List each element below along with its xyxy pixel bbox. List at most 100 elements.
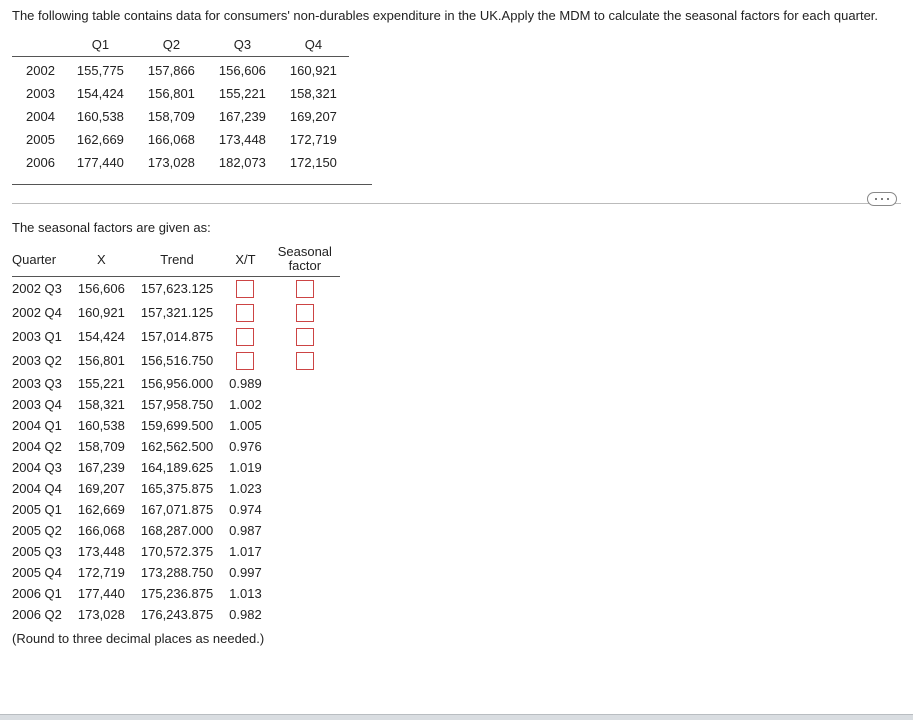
table-row: 2005162,669166,068173,448172,719 [12,128,349,151]
seasonal-factor-input[interactable] [296,304,314,322]
question-prompt: The following table contains data for co… [12,8,901,23]
x-cell: 156,801 [70,349,133,373]
table-row: 2004 Q4169,207165,375.8751.023 [12,478,340,499]
table-row: 2002 Q4160,921157,321.125 [12,301,340,325]
col-q3: Q3 [207,33,278,57]
table-row: 2002 Q3156,606157,623.125 [12,276,340,301]
table-row: 2005 Q2166,068168,287.0000.987 [12,520,340,541]
year-cell: 2002 [12,57,65,83]
quarter-cell: 2005 Q4 [12,562,70,583]
x-cell: 160,921 [70,301,133,325]
q4-cell: 158,321 [278,82,349,105]
quarter-cell: 2005 Q3 [12,541,70,562]
ellipsis-icon [875,198,877,200]
sf-cell [270,457,340,478]
year-cell: 2004 [12,105,65,128]
col-q4: Q4 [278,33,349,57]
col-quarter: Quarter [12,243,70,276]
xt-cell: 1.019 [221,457,270,478]
trend-cell: 157,958.750 [133,394,221,415]
xt-input[interactable] [236,280,254,298]
xt-cell: 0.976 [221,436,270,457]
quarter-cell: 2003 Q2 [12,349,70,373]
table-row: 2006 Q1177,440175,236.8751.013 [12,583,340,604]
table-row: 2004 Q2158,709162,562.5000.976 [12,436,340,457]
quarter-cell: 2004 Q4 [12,478,70,499]
table-row: 2003 Q4158,321157,958.7501.002 [12,394,340,415]
q1-cell: 177,440 [65,151,136,174]
trend-cell: 156,956.000 [133,373,221,394]
xt-input[interactable] [236,352,254,370]
quarter-cell: 2003 Q1 [12,325,70,349]
q2-cell: 158,709 [136,105,207,128]
q3-cell: 167,239 [207,105,278,128]
xt-cell: 1.002 [221,394,270,415]
x-cell: 155,221 [70,373,133,394]
year-cell: 2003 [12,82,65,105]
q1-cell: 162,669 [65,128,136,151]
section-divider [12,203,901,204]
table-row: 2003 Q2156,801156,516.750 [12,349,340,373]
q3-cell: 173,448 [207,128,278,151]
xt-cell: 0.982 [221,604,270,625]
quarter-cell: 2002 Q3 [12,276,70,301]
trend-cell: 162,562.500 [133,436,221,457]
table-row: 2003 Q1154,424157,014.875 [12,325,340,349]
seasonal-factor-input[interactable] [296,352,314,370]
x-cell: 167,239 [70,457,133,478]
trend-cell: 156,516.750 [133,349,221,373]
trend-cell: 159,699.500 [133,415,221,436]
table-row: 2003154,424156,801155,221158,321 [12,82,349,105]
bottom-scrollbar[interactable] [0,714,913,720]
seasonal-factor-input[interactable] [296,280,314,298]
col-blank [12,33,65,57]
q4-cell: 172,719 [278,128,349,151]
trend-cell: 157,014.875 [133,325,221,349]
q3-cell: 156,606 [207,57,278,83]
quarter-cell: 2003 Q4 [12,394,70,415]
quarter-cell: 2002 Q4 [12,301,70,325]
sf-cell [270,499,340,520]
q1-cell: 155,775 [65,57,136,83]
trend-cell: 175,236.875 [133,583,221,604]
seasonal-factor-input[interactable] [296,328,314,346]
quarter-cell: 2006 Q2 [12,604,70,625]
col-q1: Q1 [65,33,136,57]
xt-input[interactable] [236,304,254,322]
q1-cell: 154,424 [65,82,136,105]
table-row: 2003 Q3155,221156,956.0000.989 [12,373,340,394]
q4-cell: 169,207 [278,105,349,128]
trend-cell: 170,572.375 [133,541,221,562]
x-cell: 177,440 [70,583,133,604]
q4-cell: 172,150 [278,151,349,174]
sf-cell [270,583,340,604]
quarter-cell: 2004 Q2 [12,436,70,457]
more-options-button[interactable] [867,192,897,206]
sf-cell [270,415,340,436]
x-cell: 169,207 [70,478,133,499]
q4-cell: 160,921 [278,57,349,83]
q2-cell: 157,866 [136,57,207,83]
xt-input[interactable] [236,328,254,346]
table-row: 2006 Q2173,028176,243.8750.982 [12,604,340,625]
q2-cell: 173,028 [136,151,207,174]
col-trend: Trend [133,243,221,276]
trend-cell: 164,189.625 [133,457,221,478]
x-cell: 172,719 [70,562,133,583]
x-cell: 158,709 [70,436,133,457]
table-row: 2004 Q1160,538159,699.5001.005 [12,415,340,436]
xt-cell: 1.017 [221,541,270,562]
table-row: 2005 Q1162,669167,071.8750.974 [12,499,340,520]
seasonal-factors-label: The seasonal factors are given as: [12,220,901,235]
q3-cell: 182,073 [207,151,278,174]
xt-cell: 0.987 [221,520,270,541]
table-row: 2004160,538158,709167,239169,207 [12,105,349,128]
quarter-cell: 2006 Q1 [12,583,70,604]
sf-cell [270,436,340,457]
q2-cell: 166,068 [136,128,207,151]
x-cell: 160,538 [70,415,133,436]
xt-cell: 1.013 [221,583,270,604]
x-cell: 173,028 [70,604,133,625]
sf-cell [270,478,340,499]
q2-cell: 156,801 [136,82,207,105]
